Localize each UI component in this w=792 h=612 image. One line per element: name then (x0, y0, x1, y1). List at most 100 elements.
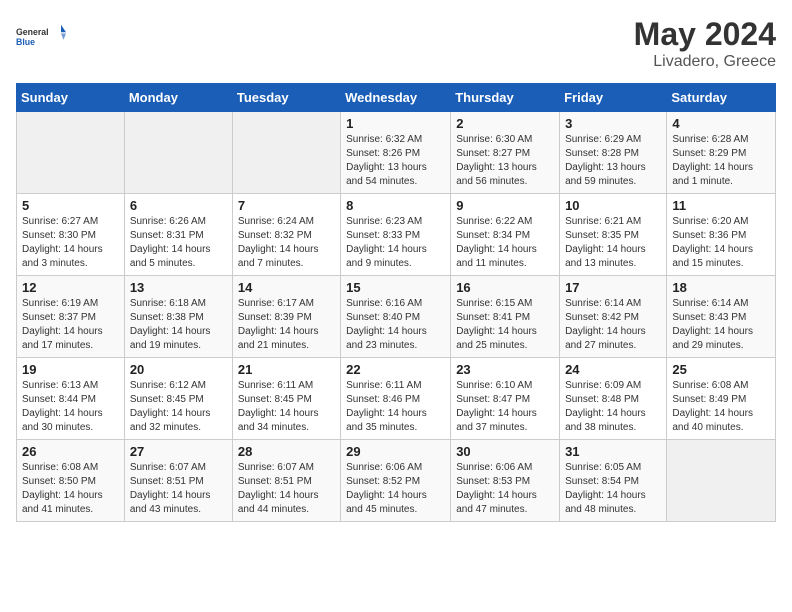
calendar-day-cell: 1 Sunrise: 6:32 AMSunset: 8:26 PMDaylight… (341, 112, 451, 194)
day-number: 15 (346, 280, 445, 295)
day-info: Sunrise: 6:05 AMSunset: 8:54 PMDaylight:… (565, 461, 661, 517)
weekday-header-cell: Wednesday (341, 84, 451, 112)
svg-text:General: General (16, 27, 49, 37)
day-number: 11 (672, 198, 770, 213)
day-info: Sunrise: 6:16 AMSunset: 8:40 PMDaylight:… (346, 297, 445, 353)
day-number: 16 (456, 280, 554, 295)
title-block: May 2024 Livadero, Greece (634, 16, 776, 71)
svg-text:Blue: Blue (16, 37, 35, 47)
day-info: Sunrise: 6:32 AMSunset: 8:26 PMDaylight:… (346, 133, 445, 189)
calendar-day-cell: 18 Sunrise: 6:14 AMSunset: 8:43 PMDayligh… (667, 276, 776, 358)
calendar-week-row: 1 Sunrise: 6:32 AMSunset: 8:26 PMDaylight… (17, 112, 776, 194)
calendar-day-cell: 20 Sunrise: 6:12 AMSunset: 8:45 PMDayligh… (124, 358, 232, 440)
day-number: 20 (130, 362, 227, 377)
day-number: 21 (238, 362, 335, 377)
calendar-day-cell: 2 Sunrise: 6:30 AMSunset: 8:27 PMDaylight… (451, 112, 560, 194)
weekday-header-cell: Monday (124, 84, 232, 112)
calendar-day-cell: 8Sunrise: 6:23 AMSunset: 8:33 PMDaylight… (341, 194, 451, 276)
calendar-week-row: 26Sunrise: 6:08 AMSunset: 8:50 PMDayligh… (17, 440, 776, 522)
page-header: General Blue May 2024 Livadero, Greece (16, 16, 776, 71)
day-info: Sunrise: 6:15 AMSunset: 8:41 PMDaylight:… (456, 297, 554, 353)
day-info: Sunrise: 6:06 AMSunset: 8:53 PMDaylight:… (456, 461, 554, 517)
day-info: Sunrise: 6:11 AMSunset: 8:45 PMDaylight:… (238, 379, 335, 435)
day-number: 31 (565, 444, 661, 459)
calendar-day-cell: 21 Sunrise: 6:11 AMSunset: 8:45 PMDayligh… (232, 358, 340, 440)
day-info: Sunrise: 6:07 AMSunset: 8:51 PMDaylight:… (238, 461, 335, 517)
day-number: 5 (22, 198, 119, 213)
day-number: 27 (130, 444, 227, 459)
calendar-day-cell (124, 112, 232, 194)
day-number: 14 (238, 280, 335, 295)
calendar-day-cell: 27 Sunrise: 6:07 AMSunset: 8:51 PMDayligh… (124, 440, 232, 522)
calendar-day-cell: 4 Sunrise: 6:28 AMSunset: 8:29 PMDaylight… (667, 112, 776, 194)
calendar-day-cell: 3 Sunrise: 6:29 AMSunset: 8:28 PMDaylight… (560, 112, 667, 194)
day-info: Sunrise: 6:21 AMSunset: 8:35 PMDaylight:… (565, 215, 661, 271)
calendar-day-cell: 23 Sunrise: 6:10 AMSunset: 8:47 PMDayligh… (451, 358, 560, 440)
weekday-header-cell: Tuesday (232, 84, 340, 112)
day-number: 9 (456, 198, 554, 213)
day-number: 30 (456, 444, 554, 459)
day-number: 6 (130, 198, 227, 213)
calendar-day-cell: 29 Sunrise: 6:06 AMSunset: 8:52 PMDayligh… (341, 440, 451, 522)
day-number: 28 (238, 444, 335, 459)
day-info: Sunrise: 6:24 AMSunset: 8:32 PMDaylight:… (238, 215, 335, 271)
weekday-header-cell: Friday (560, 84, 667, 112)
calendar-day-cell (232, 112, 340, 194)
day-number: 3 (565, 116, 661, 131)
day-info: Sunrise: 6:28 AMSunset: 8:29 PMDaylight:… (672, 133, 770, 189)
calendar-week-row: 19Sunrise: 6:13 AMSunset: 8:44 PMDayligh… (17, 358, 776, 440)
weekday-header-cell: Sunday (17, 84, 125, 112)
calendar-day-cell: 14 Sunrise: 6:17 AMSunset: 8:39 PMDayligh… (232, 276, 340, 358)
weekday-header-cell: Thursday (451, 84, 560, 112)
day-info: Sunrise: 6:23 AMSunset: 8:33 PMDaylight:… (346, 215, 445, 271)
calendar-day-cell: 5 Sunrise: 6:27 AMSunset: 8:30 PMDaylight… (17, 194, 125, 276)
calendar-day-cell: 22Sunrise: 6:11 AMSunset: 8:46 PMDayligh… (341, 358, 451, 440)
calendar-day-cell: 12 Sunrise: 6:19 AMSunset: 8:37 PMDayligh… (17, 276, 125, 358)
day-number: 17 (565, 280, 661, 295)
day-info: Sunrise: 6:20 AMSunset: 8:36 PMDaylight:… (672, 215, 770, 271)
logo: General Blue (16, 16, 66, 56)
calendar-title: May 2024 (634, 16, 776, 53)
day-info: Sunrise: 6:07 AMSunset: 8:51 PMDaylight:… (130, 461, 227, 517)
calendar-day-cell: 28 Sunrise: 6:07 AMSunset: 8:51 PMDayligh… (232, 440, 340, 522)
calendar-day-cell: 30 Sunrise: 6:06 AMSunset: 8:53 PMDayligh… (451, 440, 560, 522)
calendar-day-cell (17, 112, 125, 194)
day-info: Sunrise: 6:10 AMSunset: 8:47 PMDaylight:… (456, 379, 554, 435)
day-info: Sunrise: 6:30 AMSunset: 8:27 PMDaylight:… (456, 133, 554, 189)
calendar-week-row: 5 Sunrise: 6:27 AMSunset: 8:30 PMDaylight… (17, 194, 776, 276)
calendar-day-cell: 31 Sunrise: 6:05 AMSunset: 8:54 PMDayligh… (560, 440, 667, 522)
day-number: 12 (22, 280, 119, 295)
day-info: Sunrise: 6:18 AMSunset: 8:38 PMDaylight:… (130, 297, 227, 353)
day-number: 24 (565, 362, 661, 377)
calendar-day-cell: 26Sunrise: 6:08 AMSunset: 8:50 PMDayligh… (17, 440, 125, 522)
logo-svg: General Blue (16, 16, 66, 56)
day-info: Sunrise: 6:29 AMSunset: 8:28 PMDaylight:… (565, 133, 661, 189)
day-number: 1 (346, 116, 445, 131)
calendar-day-cell: 10Sunrise: 6:21 AMSunset: 8:35 PMDayligh… (560, 194, 667, 276)
day-number: 25 (672, 362, 770, 377)
day-info: Sunrise: 6:09 AMSunset: 8:48 PMDaylight:… (565, 379, 661, 435)
day-number: 23 (456, 362, 554, 377)
calendar-day-cell: 25 Sunrise: 6:08 AMSunset: 8:49 PMDayligh… (667, 358, 776, 440)
calendar-day-cell: 11 Sunrise: 6:20 AMSunset: 8:36 PMDayligh… (667, 194, 776, 276)
day-number: 18 (672, 280, 770, 295)
day-number: 22 (346, 362, 445, 377)
weekday-header-cell: Saturday (667, 84, 776, 112)
day-number: 29 (346, 444, 445, 459)
day-info: Sunrise: 6:14 AMSunset: 8:42 PMDaylight:… (565, 297, 661, 353)
day-info: Sunrise: 6:06 AMSunset: 8:52 PMDaylight:… (346, 461, 445, 517)
calendar-day-cell: 17 Sunrise: 6:14 AMSunset: 8:42 PMDayligh… (560, 276, 667, 358)
calendar-day-cell: 16 Sunrise: 6:15 AMSunset: 8:41 PMDayligh… (451, 276, 560, 358)
day-info: Sunrise: 6:14 AMSunset: 8:43 PMDaylight:… (672, 297, 770, 353)
day-info: Sunrise: 6:17 AMSunset: 8:39 PMDaylight:… (238, 297, 335, 353)
day-info: Sunrise: 6:19 AMSunset: 8:37 PMDaylight:… (22, 297, 119, 353)
day-number: 26 (22, 444, 119, 459)
day-number: 19 (22, 362, 119, 377)
day-info: Sunrise: 6:08 AMSunset: 8:49 PMDaylight:… (672, 379, 770, 435)
day-number: 2 (456, 116, 554, 131)
calendar-week-row: 12 Sunrise: 6:19 AMSunset: 8:37 PMDayligh… (17, 276, 776, 358)
day-info: Sunrise: 6:12 AMSunset: 8:45 PMDaylight:… (130, 379, 227, 435)
day-number: 4 (672, 116, 770, 131)
day-info: Sunrise: 6:27 AMSunset: 8:30 PMDaylight:… (22, 215, 119, 271)
calendar-day-cell: 7Sunrise: 6:24 AMSunset: 8:32 PMDaylight… (232, 194, 340, 276)
